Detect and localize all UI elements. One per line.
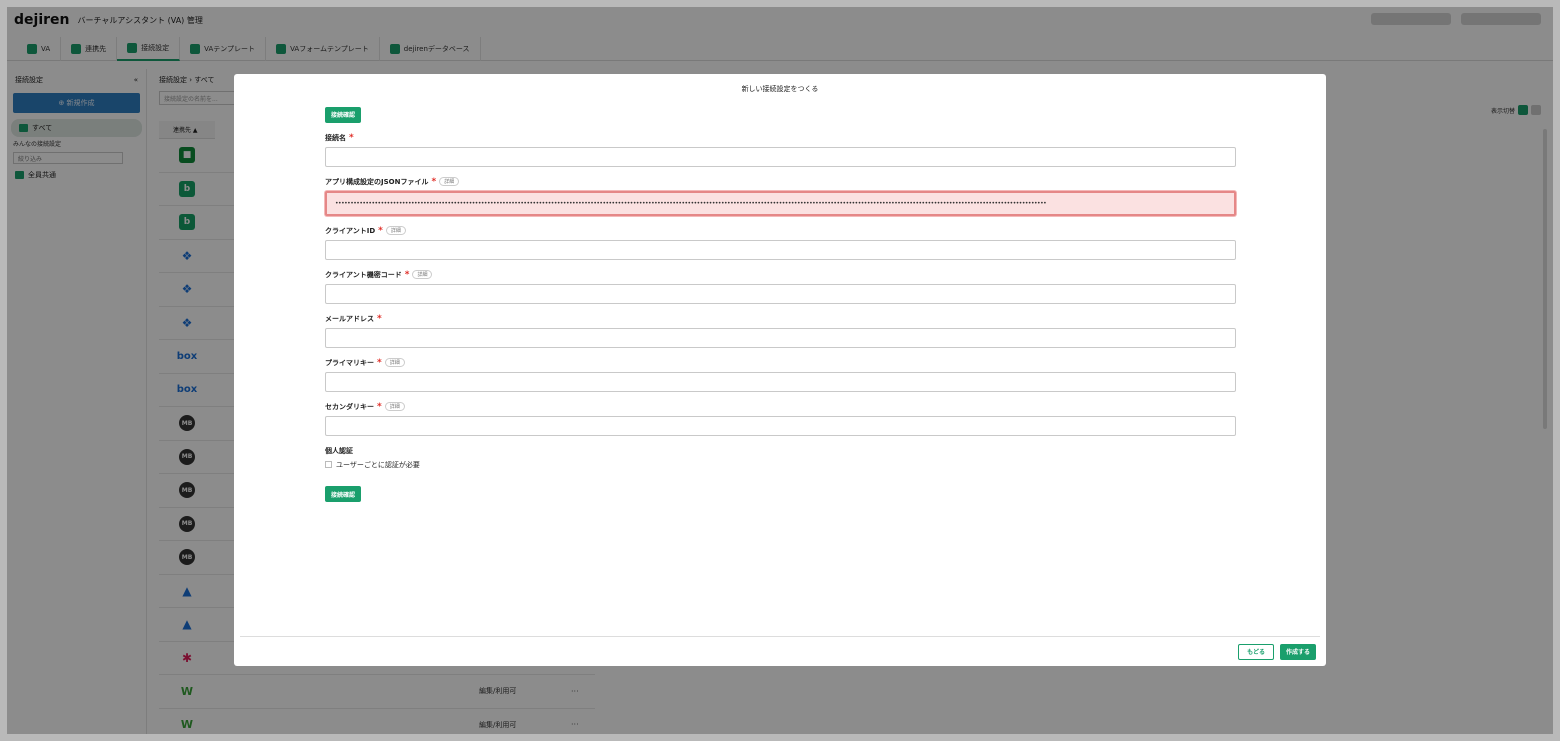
field-input[interactable]: [325, 239, 1236, 260]
required-marker: *: [404, 269, 410, 280]
create-connection-dialog: 新しい接続設定をつくる 接続確認 接続名 * アプリ構成設定のJSONファイル * 詳…: [234, 74, 1326, 666]
field-label: クライアント機密コード: [325, 270, 402, 279]
test-connection-button-top[interactable]: 接続確認: [325, 106, 362, 123]
connection-form: 接続確認 接続名 * アプリ構成設定のJSONファイル * 詳細 •••••••••••…: [325, 102, 1236, 502]
form-field: アプリ構成設定のJSONファイル * 詳細 •••••••••••••••••••••…: [325, 176, 1236, 216]
field-label-row: アプリ構成設定のJSONファイル * 詳細: [325, 176, 1236, 188]
field-label-row: 接続名 *: [325, 132, 1236, 144]
required-marker: *: [431, 176, 437, 187]
back-button[interactable]: もどる: [1238, 643, 1274, 660]
field-input[interactable]: [325, 283, 1236, 304]
detail-link[interactable]: 詳細: [385, 226, 406, 235]
dialog-title: 新しい接続設定をつくる: [741, 85, 819, 93]
field-label-row: プライマリキー * 詳細: [325, 357, 1236, 369]
field-label: セカンダリキー: [325, 402, 374, 411]
form-field: 接続名 *: [325, 132, 1236, 167]
create-button[interactable]: 作成する: [1279, 643, 1316, 660]
per-user-auth-option[interactable]: ユーザーごとに認証が必要: [325, 460, 1236, 470]
field-label-row: セカンダリキー * 詳細: [325, 401, 1236, 413]
personal-auth-section: 個人認証 ユーザーごとに認証が必要: [325, 445, 1236, 470]
field-label: クライアントID: [325, 226, 376, 235]
required-marker: *: [377, 401, 382, 412]
form-field: プライマリキー * 詳細: [325, 357, 1236, 392]
field-input[interactable]: [325, 371, 1236, 392]
field-label: アプリ構成設定のJSONファイル: [325, 177, 429, 186]
detail-link[interactable]: 詳細: [439, 177, 460, 186]
form-field: クライアント機密コード * 詳細: [325, 269, 1236, 304]
field-label: メールアドレス: [325, 314, 374, 323]
required-marker: *: [349, 132, 354, 143]
app-window: dejiren バーチャルアシスタント (VA) 管理 VA 連携先 接続設定 VAテ…: [7, 7, 1553, 734]
field-label: 接続名: [325, 133, 346, 142]
detail-link[interactable]: 詳細: [384, 358, 405, 367]
field-input[interactable]: ••••••••••••••••••••••••••••••••••••••••…: [325, 190, 1236, 216]
form-field: メールアドレス *: [325, 313, 1236, 348]
field-label-row: クライアント機密コード * 詳細: [325, 269, 1236, 281]
field-label-row: メールアドレス *: [325, 313, 1236, 325]
required-marker: *: [377, 357, 382, 368]
per-user-auth-label: ユーザーごとに認証が必要: [336, 460, 420, 469]
field-input[interactable]: [325, 146, 1236, 167]
dialog-footer: もどる 作成する: [240, 636, 1320, 666]
per-user-auth-checkbox[interactable]: [325, 461, 332, 468]
detail-link[interactable]: 詳細: [412, 270, 433, 279]
form-field: セカンダリキー * 詳細: [325, 401, 1236, 436]
field-input[interactable]: [325, 415, 1236, 436]
personal-auth-label: 個人認証: [325, 446, 353, 455]
field-input[interactable]: [325, 327, 1236, 348]
required-marker: *: [378, 225, 383, 236]
form-field: クライアントID * 詳細: [325, 225, 1236, 260]
field-label: プライマリキー: [325, 358, 374, 367]
required-marker: *: [377, 313, 382, 324]
field-label-row: クライアントID * 詳細: [325, 225, 1236, 237]
test-connection-button-bottom[interactable]: 接続確認: [325, 486, 362, 502]
detail-link[interactable]: 詳細: [384, 402, 405, 411]
